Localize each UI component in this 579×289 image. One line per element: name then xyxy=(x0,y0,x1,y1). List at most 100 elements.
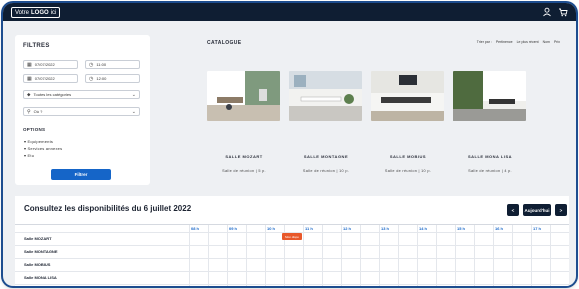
map-pin-icon: ⚲ xyxy=(27,108,31,115)
sort-price[interactable]: Prix xyxy=(554,40,560,44)
location-value: Où ? xyxy=(33,109,43,114)
room-image-mona-lisa[interactable] xyxy=(453,71,526,121)
grid-line xyxy=(246,225,247,286)
top-bar: Votre LOGO ici xyxy=(3,3,576,21)
option-equipements[interactable]: ▾ Equipements xyxy=(24,139,53,144)
date-start-field[interactable]: ▦ 07/07/2022 xyxy=(23,60,78,69)
date-start-value: 07/07/2022 xyxy=(34,62,55,67)
app-frame: Votre LOGO ici FILTRES ▦ 07/07/2022 ◷ 11… xyxy=(3,3,576,286)
room-desc-mobius: Salle de réunion | 10 p. xyxy=(384,169,432,173)
location-select[interactable]: ⚲ Où ? ⌄ xyxy=(23,107,140,116)
hour-label: 12 h xyxy=(343,226,352,231)
logo-bold: LOGO xyxy=(31,9,49,16)
chevron-down-icon: ⌄ xyxy=(131,109,136,115)
option-etu[interactable]: ▾ Etu xyxy=(24,153,34,158)
grid-line xyxy=(227,225,228,286)
sort-name[interactable]: Nom xyxy=(543,40,550,44)
hour-label: 15 h xyxy=(457,226,466,231)
room-name-mobius[interactable]: SALLE MOBIUS xyxy=(368,154,448,159)
today-button[interactable]: Aujourd'hui xyxy=(523,204,551,216)
grid-line xyxy=(341,225,342,286)
filter-button[interactable]: Filtrer xyxy=(51,169,111,180)
option-label: Etu xyxy=(27,153,35,158)
grid-line xyxy=(15,271,569,272)
calendar-icon: ▦ xyxy=(27,75,32,82)
row-label-mozart: Salle MOZART xyxy=(24,236,52,241)
filters-panel: FILTRES ▦ 07/07/2022 ◷ 11:00 ▦ 07/07/202… xyxy=(15,35,150,185)
sort-bar: Trier par : Pertinence Le plus récent No… xyxy=(477,40,560,44)
prev-day-button[interactable]: < xyxy=(507,204,519,216)
user-icon[interactable] xyxy=(542,7,552,17)
availability-section: Consultez les disponibilités du 6 juille… xyxy=(15,196,569,286)
grid-line xyxy=(436,225,437,286)
grid-line xyxy=(15,284,569,285)
grid-line xyxy=(531,225,532,286)
room-name-mona-lisa[interactable]: SALLE MONA LISA xyxy=(450,154,530,159)
logo[interactable]: Votre LOGO ici xyxy=(11,7,61,18)
room-desc-montagne: Salle de réunion | 10 p. xyxy=(302,169,350,173)
option-label: Services annexes xyxy=(27,146,63,151)
next-day-button[interactable]: > xyxy=(555,204,567,216)
grid-line xyxy=(550,225,551,286)
option-services[interactable]: ▾ Services annexes xyxy=(24,146,62,151)
room-image-mozart[interactable] xyxy=(207,71,280,121)
room-image-montagne[interactable] xyxy=(289,71,362,121)
time-start-field[interactable]: ◷ 11:00 xyxy=(85,60,140,69)
room-name-mozart[interactable]: SALLE MOZART xyxy=(204,154,284,159)
option-label: Equipements xyxy=(27,139,54,144)
clock-icon: ◷ xyxy=(89,61,94,68)
grid-line xyxy=(417,225,418,286)
row-label-mobius: Salle MOBIUS xyxy=(24,262,51,267)
options-title: OPTIONS xyxy=(23,127,46,132)
filters-title: FILTRES xyxy=(23,43,50,49)
time-start-value: 11:00 xyxy=(96,62,107,67)
hour-label: 08 h xyxy=(191,226,200,231)
hour-label: 10 h xyxy=(267,226,276,231)
grid-line xyxy=(15,245,569,246)
row-label-mona-lisa: Salle MONA LISA xyxy=(24,275,57,280)
grid-line xyxy=(360,225,361,286)
logo-prefix: Votre xyxy=(15,9,30,16)
grid-line xyxy=(398,225,399,286)
date-end-value: 07/07/2022 xyxy=(34,76,55,81)
hour-label: 09 h xyxy=(229,226,238,231)
calendar-icon: ▦ xyxy=(27,61,32,68)
time-end-field[interactable]: ◷ 12:00 xyxy=(85,74,140,83)
grid-line xyxy=(474,225,475,286)
logo-suffix: ici xyxy=(50,9,57,16)
grid-line xyxy=(15,258,569,259)
cart-icon[interactable] xyxy=(558,7,568,17)
tag-icon: ⬥ xyxy=(27,91,31,98)
date-end-field[interactable]: ▦ 07/07/2022 xyxy=(23,74,78,83)
availability-grid: 08 h 09 h 10 h 11 h 12 h 13 h 14 h 15 h … xyxy=(15,224,569,286)
grid-line xyxy=(493,225,494,286)
category-value: Toutes les catégories xyxy=(33,92,72,97)
grid-line xyxy=(322,225,323,286)
grid-line xyxy=(189,225,190,286)
room-desc-mona-lisa: Salle de réunion | 4 p. xyxy=(468,169,512,173)
grid-line xyxy=(512,225,513,286)
sort-label: Trier par : xyxy=(476,40,492,44)
grid-line xyxy=(455,225,456,286)
sort-pertinence[interactable]: Pertinence xyxy=(496,40,513,44)
hour-label: 14 h xyxy=(419,226,428,231)
availability-title: Consultez les disponibilités du 6 juille… xyxy=(24,204,192,213)
hour-label: 13 h xyxy=(381,226,390,231)
sort-recent[interactable]: Le plus récent xyxy=(517,40,539,44)
category-select[interactable]: ⬥ Toutes les catégories ⌄ xyxy=(23,90,140,99)
row-label-montagne: Salle MONTAGNE xyxy=(24,249,58,254)
catalogue-title: CATALOGUE xyxy=(207,40,242,46)
hour-label: 16 h xyxy=(495,226,504,231)
grid-line xyxy=(265,225,266,286)
booking-slot[interactable]: Mon dispo xyxy=(282,233,302,240)
room-image-mobius[interactable] xyxy=(371,71,444,121)
room-desc-mozart: Salle de réunion | 5 p. xyxy=(222,169,266,173)
grid-line xyxy=(303,225,304,286)
grid-line xyxy=(208,225,209,286)
top-icons xyxy=(542,7,568,17)
clock-icon: ◷ xyxy=(89,75,94,82)
room-name-montagne[interactable]: SALLE MONTAGNE xyxy=(286,154,366,159)
hour-label: 11 h xyxy=(305,226,313,231)
hour-label: 17 h xyxy=(533,226,542,231)
grid-line xyxy=(379,225,380,286)
